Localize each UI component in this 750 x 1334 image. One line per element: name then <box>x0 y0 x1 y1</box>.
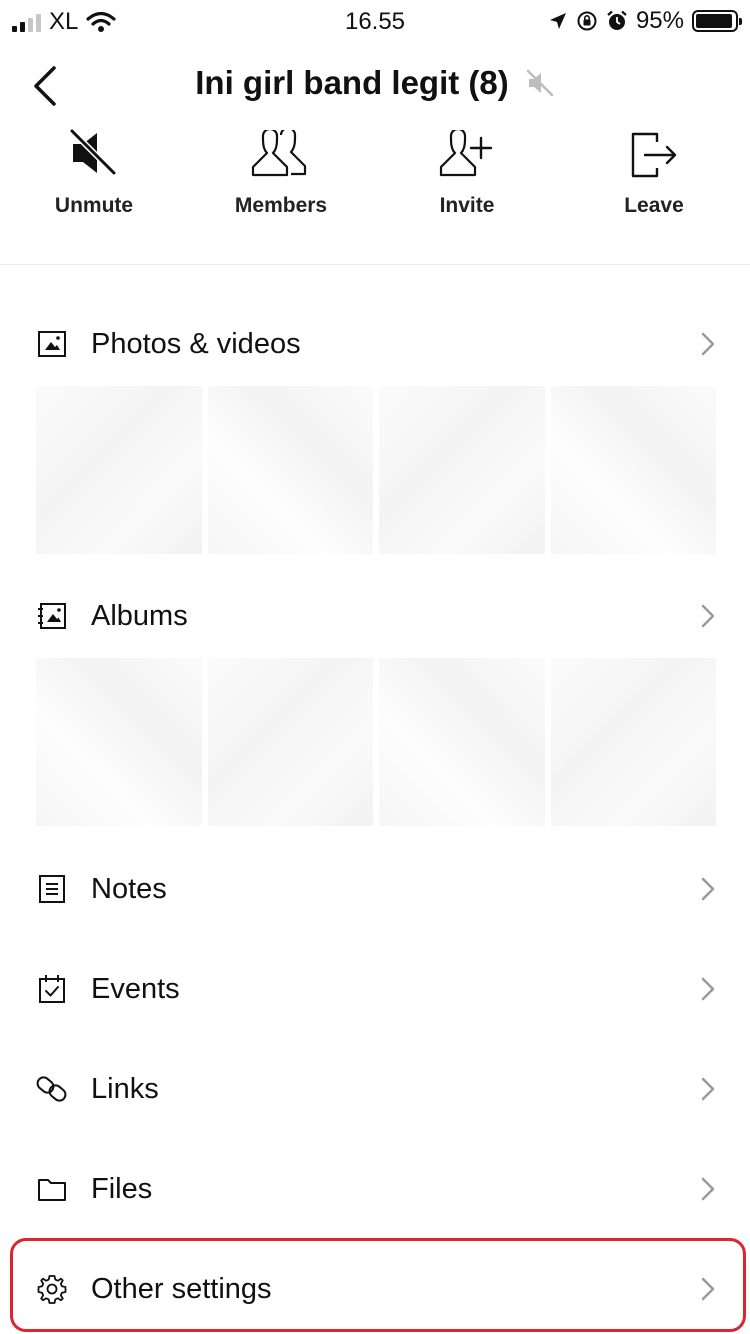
photo-thumbnail[interactable] <box>36 386 202 554</box>
menu-label-links: Links <box>91 1072 159 1105</box>
chevron-right-icon <box>701 1177 715 1201</box>
chevron-right-icon <box>701 877 715 901</box>
menu-item-links[interactable]: Links <box>0 1049 750 1129</box>
menu-label-notes: Notes <box>91 872 167 905</box>
group-actions: Unmute Members Invite Leave <box>0 120 750 230</box>
chevron-right-icon <box>701 604 715 628</box>
leave-door-icon <box>631 132 677 178</box>
photo-thumbnail[interactable] <box>550 386 716 554</box>
invite-label: Invite <box>439 194 495 217</box>
location-arrow-icon <box>549 13 566 29</box>
chevron-right-icon <box>701 977 715 1001</box>
album-thumbnail[interactable] <box>379 658 545 826</box>
unmute-button[interactable]: Unmute <box>14 120 174 218</box>
link-icon <box>36 1076 67 1102</box>
chevron-right-icon <box>701 1077 715 1101</box>
menu-item-albums[interactable]: Albums <box>0 576 750 656</box>
chevron-right-icon <box>701 332 715 356</box>
muted-speaker-icon <box>526 69 553 97</box>
battery-percent: 95% <box>635 7 684 34</box>
menu-label-albums: Albums <box>91 599 188 632</box>
menu-item-photos-videos[interactable]: Photos & videos <box>0 304 750 384</box>
unmute-label: Unmute <box>54 194 134 217</box>
album-icon <box>38 603 66 629</box>
calendar-check-icon <box>39 975 65 1003</box>
photo-icon <box>38 331 66 357</box>
status-bar: XL 16.55 95% <box>0 0 750 42</box>
album-thumbnail[interactable] <box>207 658 373 826</box>
photo-thumbnails <box>36 386 716 554</box>
menu-label-events: Events <box>91 972 180 1005</box>
folder-icon <box>38 1179 66 1201</box>
page-title: Ini girl band legit (8) <box>195 64 509 101</box>
leave-button[interactable]: Leave <box>574 120 734 218</box>
status-right: 95% <box>548 7 742 35</box>
battery-fill <box>696 14 733 28</box>
chat-header: Ini girl band legit (8) <box>0 50 750 120</box>
invite-person-icon <box>439 130 493 177</box>
highlight-box <box>10 1238 746 1332</box>
menu-label-photos-videos: Photos & videos <box>91 327 301 360</box>
title-wrap: Ini girl band legit (8) <box>0 64 750 102</box>
members-label: Members <box>234 194 328 217</box>
invite-button[interactable]: Invite <box>387 120 547 218</box>
battery-icon <box>692 10 742 32</box>
alarm-clock-icon <box>607 10 627 30</box>
menu-item-events[interactable]: Events <box>0 949 750 1029</box>
note-icon <box>39 875 65 903</box>
photo-thumbnail[interactable] <box>207 386 373 554</box>
leave-label: Leave <box>624 194 684 217</box>
album-thumbnail[interactable] <box>36 658 202 826</box>
rotation-lock-icon <box>577 11 597 31</box>
menu-item-files[interactable]: Files <box>0 1149 750 1229</box>
album-thumbnails <box>36 658 716 826</box>
menu-item-notes[interactable]: Notes <box>0 849 750 929</box>
menu-label-files: Files <box>91 1172 153 1205</box>
unmute-speaker-icon <box>69 128 117 176</box>
section-divider <box>0 264 750 265</box>
members-button[interactable]: Members <box>201 120 361 218</box>
members-icon <box>251 130 307 177</box>
album-thumbnail[interactable] <box>550 658 716 826</box>
photo-thumbnail[interactable] <box>379 386 545 554</box>
